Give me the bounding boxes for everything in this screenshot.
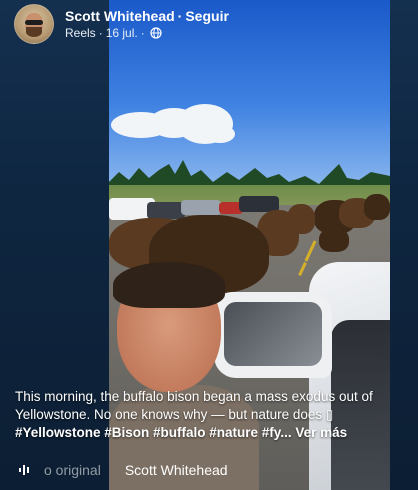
separator-dot: · (177, 8, 183, 24)
section-label[interactable]: Reels (65, 25, 96, 41)
caption-text: This morning, the buffalo bison began a … (15, 389, 373, 422)
avatar[interactable] (14, 4, 54, 44)
audio-label: o original (44, 462, 101, 478)
follow-button[interactable]: Seguir (185, 8, 229, 24)
post-header: Scott Whitehead · Seguir Reels · 16 jul. · (14, 3, 229, 45)
author-name[interactable]: Scott Whitehead (65, 8, 175, 24)
globe-icon (150, 27, 162, 39)
separator-dot: · (140, 26, 145, 40)
bison (319, 228, 349, 252)
caption-hashtags[interactable]: #Yellowstone #Bison #buffalo #nature #fy… (15, 425, 292, 440)
reel-card: Scott Whitehead · Seguir Reels · 16 jul. ·… (0, 0, 418, 490)
audio-artist[interactable]: Scott Whitehead (125, 462, 228, 478)
parked-car (147, 202, 185, 219)
parked-car (181, 200, 221, 215)
see-more-link[interactable]: Ver más (295, 425, 347, 440)
presenter (109, 260, 259, 490)
audio-wave-icon (19, 465, 29, 475)
audio-row[interactable]: o original Scott Whitehead (18, 460, 228, 480)
cloud (205, 125, 235, 143)
separator-dot: · (98, 26, 103, 40)
post-date[interactable]: 16 jul. (106, 25, 138, 41)
bison (364, 194, 390, 220)
post-caption: This morning, the buffalo bison began a … (15, 388, 405, 442)
